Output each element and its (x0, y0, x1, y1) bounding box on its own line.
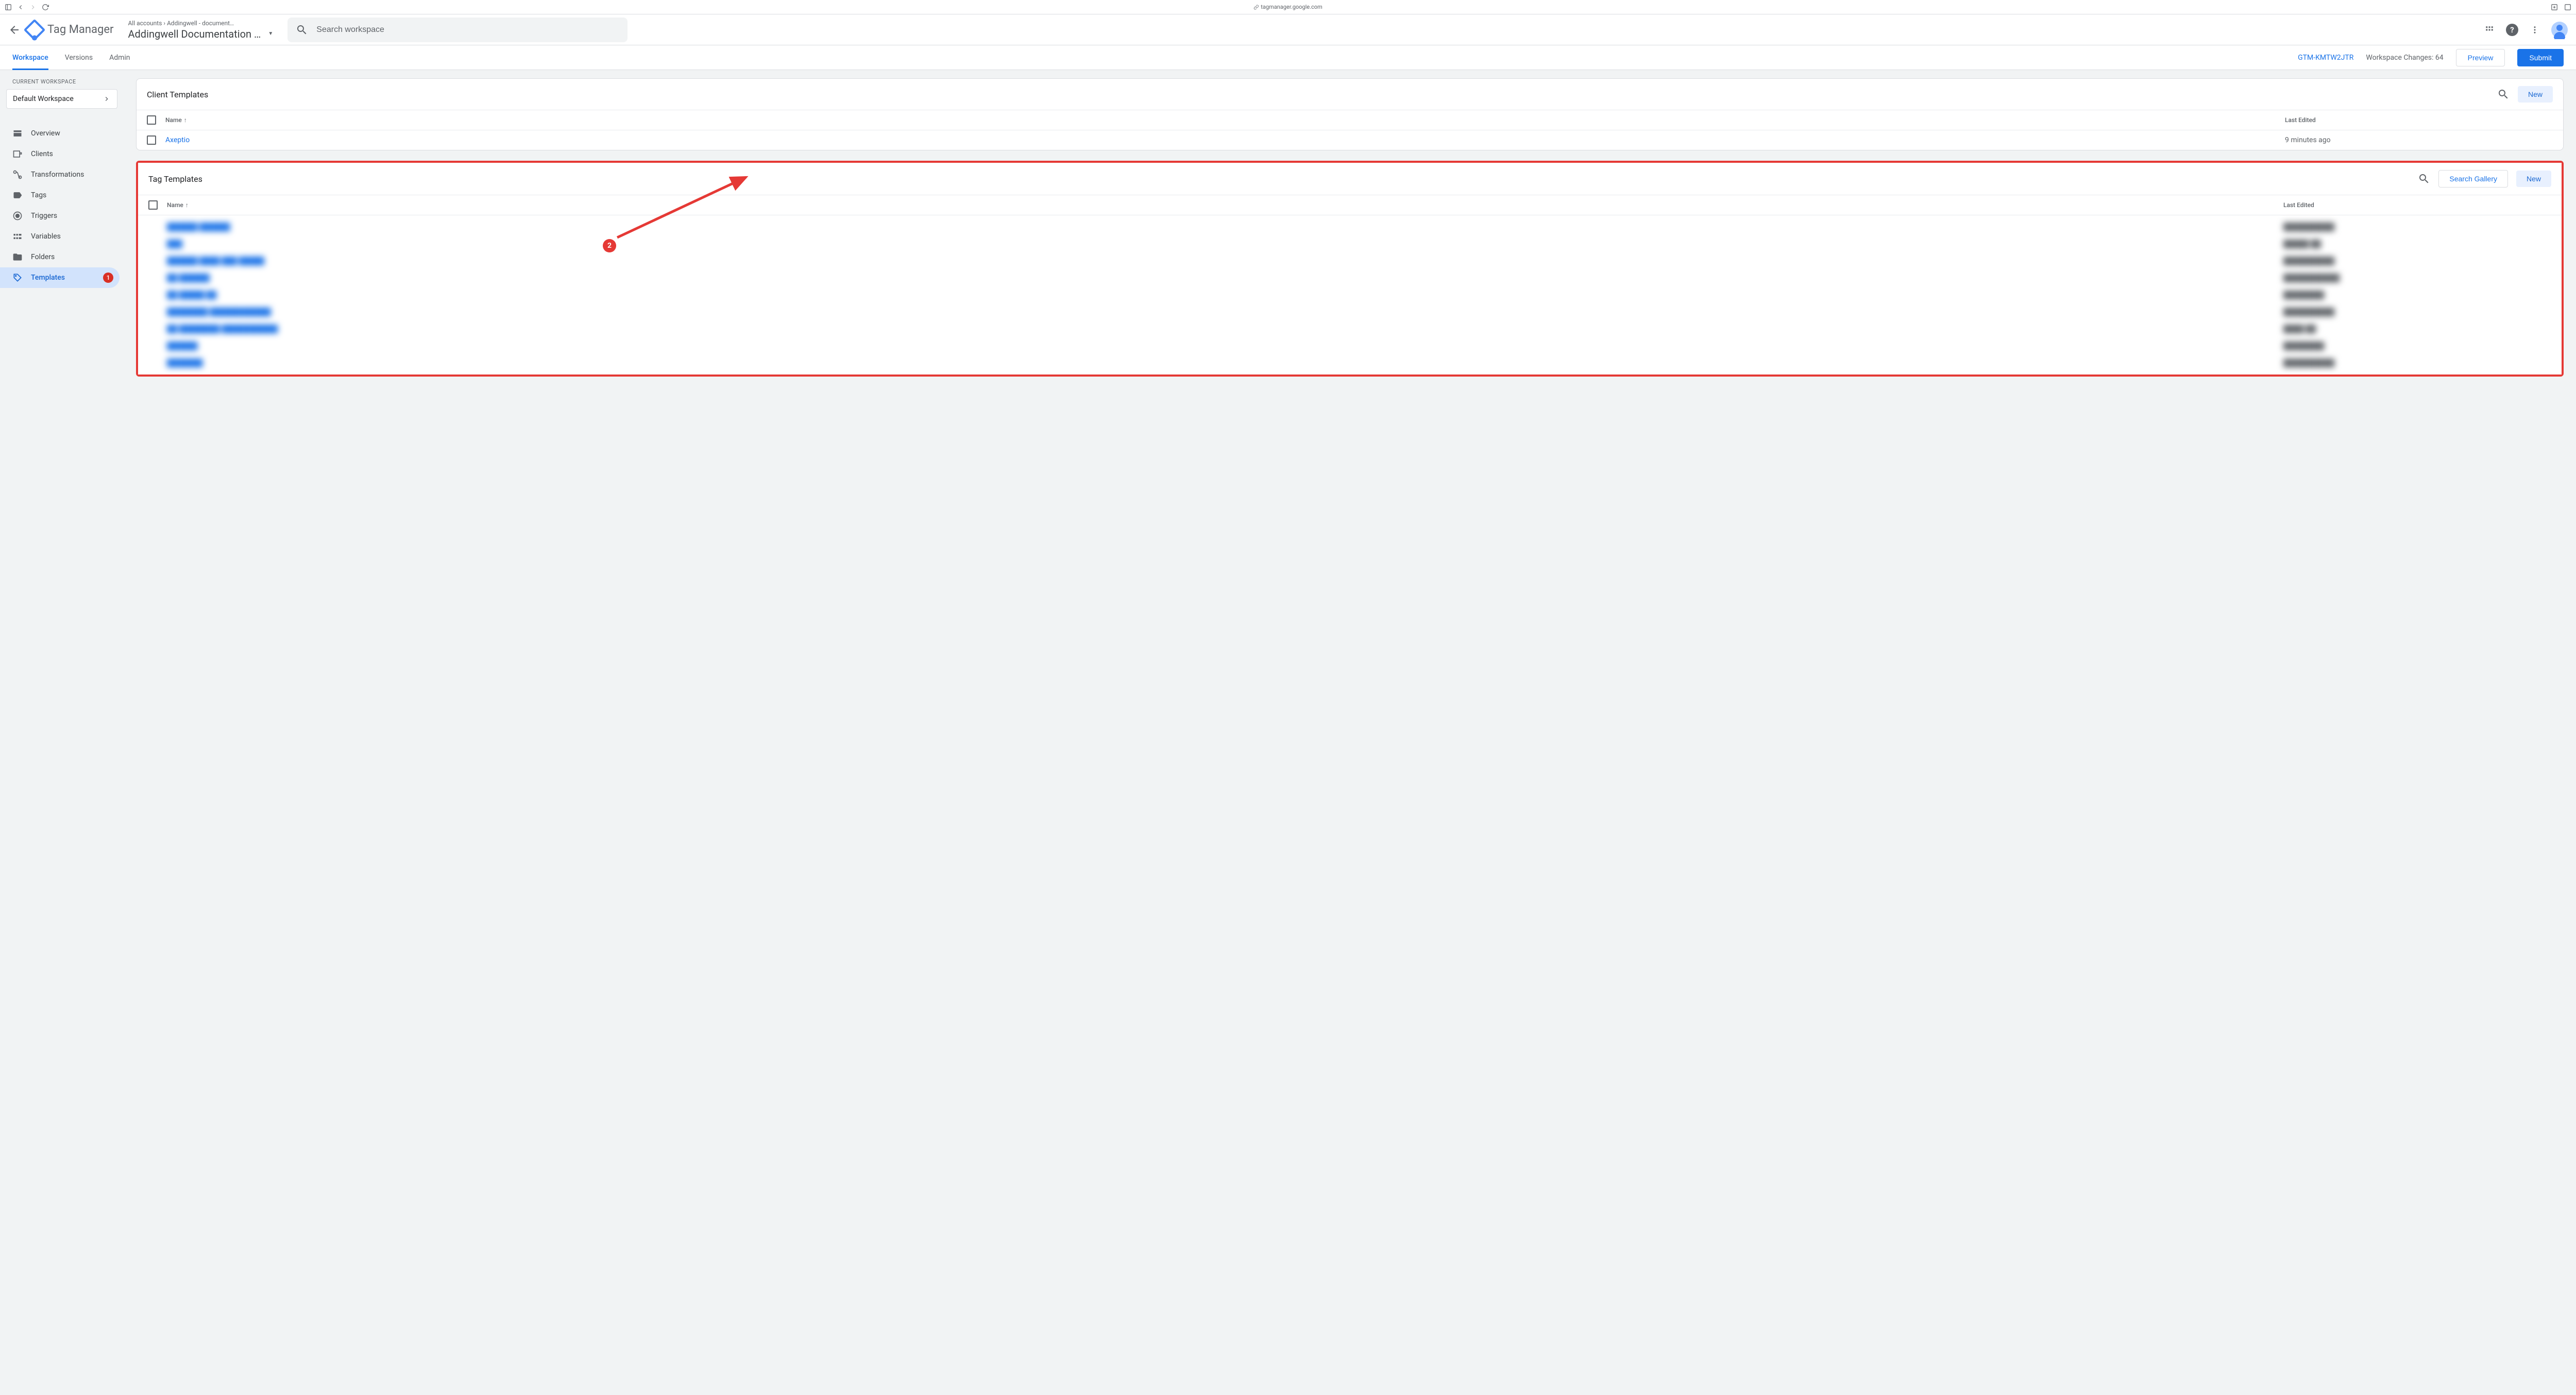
col-name-header[interactable]: Name ↑ (167, 201, 2283, 209)
container-selector[interactable]: All accounts › Addingwell - document… Ad… (128, 20, 273, 40)
browser-forward-icon[interactable] (29, 3, 37, 11)
folders-icon (12, 252, 23, 262)
select-all-checkbox[interactable] (147, 115, 156, 125)
nav-triggers[interactable]: Triggers (0, 206, 120, 226)
current-workspace-label: CURRENT WORKSPACE (0, 78, 124, 89)
search-workspace-bar[interactable] (287, 18, 628, 42)
nav-transformations[interactable]: Transformations (0, 164, 120, 185)
tag-templates-table-header: Name ↑ Last Edited (138, 195, 2562, 215)
workspace-changes-count: Workspace Changes: 64 (2366, 54, 2443, 62)
help-icon[interactable]: ? (2506, 24, 2518, 36)
tab-workspace[interactable]: Workspace (12, 45, 48, 70)
annotation-badge-2: 2 (603, 239, 616, 252)
row-checkbox[interactable] (147, 135, 156, 145)
triggers-icon (12, 211, 23, 221)
search-icon (296, 24, 308, 36)
client-templates-title: Client Templates (147, 90, 2489, 99)
logo-block[interactable]: Tag Manager (27, 22, 113, 38)
back-arrow-icon[interactable] (8, 24, 21, 36)
sidebar-toggle-icon[interactable] (4, 3, 12, 11)
templates-icon (12, 273, 23, 283)
row-edited-text: 9 minutes ago (2285, 136, 2553, 144)
preview-button[interactable]: Preview (2456, 49, 2505, 66)
browser-share-icon[interactable] (2550, 3, 2558, 11)
clients-icon (12, 149, 23, 159)
client-template-row[interactable]: Axeptio 9 minutes ago (137, 130, 2563, 150)
nav-clients[interactable]: Clients (0, 144, 120, 164)
tags-icon (12, 190, 23, 200)
col-name-header[interactable]: Name ↑ (165, 116, 2285, 124)
client-templates-search-icon[interactable] (2497, 88, 2510, 100)
browser-url: tagmanager.google.com (1253, 4, 1322, 10)
search-workspace-input[interactable] (316, 25, 619, 35)
nav-templates[interactable]: Templates 1 (0, 267, 120, 288)
search-gallery-button[interactable]: Search Gallery (2438, 170, 2508, 188)
blurred-template-rows: ██████ ████████████████ ████████ ██ ████… (138, 215, 2562, 375)
caret-down-icon: ▼ (268, 31, 273, 37)
annotation-highlight-box: Tag Templates Search Gallery New Name ↑ … (136, 161, 2564, 377)
container-name-dropdown[interactable]: Addingwell Documentation …▼ (128, 28, 273, 40)
container-id-link[interactable]: GTM-KMTW2JTR (2298, 54, 2353, 62)
user-avatar[interactable] (2551, 22, 2568, 38)
tag-templates-title: Tag Templates (148, 174, 2410, 184)
sidebar: CURRENT WORKSPACE Default Workspace Over… (0, 70, 124, 1395)
submit-button[interactable]: Submit (2517, 49, 2564, 66)
app-header: Tag Manager All accounts › Addingwell - … (0, 14, 2576, 45)
select-all-checkbox[interactable] (148, 200, 158, 210)
templates-badge: 1 (103, 273, 113, 283)
breadcrumb-path: All accounts › Addingwell - document… (128, 20, 273, 27)
browser-chrome-bar: tagmanager.google.com (0, 0, 2576, 14)
tag-templates-panel: Tag Templates Search Gallery New Name ↑ … (138, 163, 2562, 375)
chevron-right-icon (103, 95, 111, 103)
sort-asc-icon: ↑ (184, 116, 187, 124)
product-name: Tag Manager (47, 23, 113, 36)
apps-icon[interactable] (2483, 24, 2496, 36)
nav-variables[interactable]: Variables (0, 226, 120, 247)
col-edited-header[interactable]: Last Edited (2283, 201, 2551, 209)
variables-icon (12, 231, 23, 242)
nav-tags[interactable]: Tags (0, 185, 120, 206)
col-edited-header[interactable]: Last Edited (2285, 116, 2553, 124)
main-tabs: Workspace Versions Admin GTM-KMTW2JTR Wo… (0, 45, 2576, 70)
content-area: Client Templates New Name ↑ Last Edited … (124, 70, 2576, 1395)
client-templates-new-button[interactable]: New (2518, 86, 2553, 103)
tab-admin[interactable]: Admin (109, 45, 130, 70)
transformations-icon (12, 169, 23, 180)
overview-icon (12, 128, 23, 139)
workspace-selector[interactable]: Default Workspace (6, 89, 117, 109)
tab-versions[interactable]: Versions (65, 45, 93, 70)
workspace-name: Default Workspace (13, 95, 74, 103)
row-name-link[interactable]: Axeptio (165, 136, 2285, 144)
nav-folders[interactable]: Folders (0, 247, 120, 267)
browser-tabs-icon[interactable] (2564, 3, 2572, 11)
client-templates-table-header: Name ↑ Last Edited (137, 110, 2563, 130)
more-vert-icon[interactable] (2529, 24, 2541, 36)
browser-reload-icon[interactable] (41, 3, 49, 11)
tag-templates-search-icon[interactable] (2418, 173, 2430, 185)
sort-asc-icon: ↑ (185, 201, 189, 209)
gtm-logo-icon (24, 19, 45, 40)
tag-templates-new-button[interactable]: New (2516, 171, 2551, 187)
nav-overview[interactable]: Overview (0, 123, 120, 144)
browser-back-icon[interactable] (16, 3, 25, 11)
client-templates-panel: Client Templates New Name ↑ Last Edited … (136, 78, 2564, 150)
